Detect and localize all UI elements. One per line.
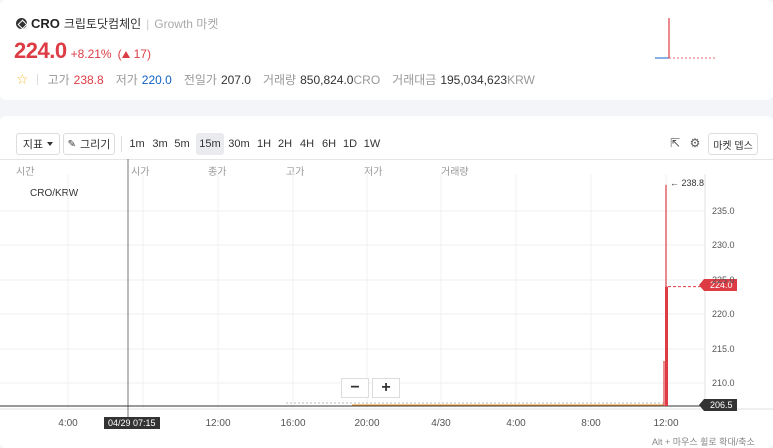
volume-unit: CRO — [353, 72, 381, 87]
zoom-in-button[interactable]: + — [372, 378, 400, 398]
current-price: 224.0 — [14, 38, 67, 63]
x-tick-label: 4:00 — [58, 418, 78, 429]
high-marker-label: ← 238.8 — [670, 178, 705, 188]
high-value: 238.8 — [73, 72, 104, 87]
zoom-out-button[interactable]: − — [341, 378, 369, 398]
y-tick-label: 235.0 — [712, 206, 735, 216]
x-tick-label: 12:00 — [653, 418, 679, 429]
y-tick-label: 210.0 — [712, 378, 735, 388]
up-triangle-icon — [121, 51, 130, 58]
crosshair-time-label: 04/29 07:15 — [104, 417, 160, 429]
change-amount-value: 17 — [133, 47, 147, 61]
title-divider: | — [146, 16, 150, 31]
coin-symbol: CRO — [31, 16, 60, 31]
low-price-tag: 206.5 — [704, 399, 737, 411]
market-label: Growth 마켓 — [154, 17, 219, 31]
amount-label: 거래대금 — [392, 73, 437, 87]
x-tick-label: 16:00 — [280, 418, 306, 429]
mini-sparkline — [655, 18, 715, 59]
amount-value: 195,034,623 — [440, 72, 508, 87]
x-tick-label: 20:00 — [354, 418, 380, 429]
low-value: 220.0 — [141, 72, 172, 87]
change-percent: +8.21% — [70, 47, 112, 61]
volume-label: 거래량 — [262, 73, 297, 87]
prev-close-value: 207.0 — [220, 72, 251, 87]
zoom-hint: Alt + 마우스 휠로 확대/축소 — [652, 437, 755, 447]
favorite-star-icon[interactable]: ☆ — [16, 71, 29, 88]
stats-divider — [36, 74, 38, 85]
coin-name: 크립토닷컴체인 — [63, 17, 142, 31]
price-chart[interactable] — [0, 116, 773, 448]
price-row: 224.0 +8.21% (17) — [14, 38, 151, 64]
title-row: CRO 크립토닷컴체인 | Growth 마켓 — [16, 15, 218, 32]
x-tick-label: 12:00 — [205, 418, 231, 429]
amount-unit: KRW — [507, 72, 535, 87]
y-tick-label: 220.0 — [712, 309, 735, 319]
prev-close-label: 전일가 — [183, 73, 217, 87]
ticker-summary-card: CRO 크립토닷컴체인 | Growth 마켓 224.0 +8.21% (17… — [0, 0, 773, 100]
y-tick-label: 225.0 — [712, 275, 735, 285]
change-amount: (17) — [117, 47, 151, 61]
y-tick-label: 230.0 — [712, 240, 735, 250]
chart-card: 지표 ✎ 그리기 1m 3m 5m 15m 30m 1H 2H 4H 6H 1D 1W ⇱ ⚙ 마켓… — [0, 116, 773, 448]
y-tick-label: 215.0 — [712, 344, 735, 354]
cro-coin-icon — [16, 18, 27, 29]
low-label: 저가 — [115, 73, 138, 87]
spike-candle — [665, 286, 668, 406]
high-label: 고가 — [47, 73, 70, 87]
stats-row: ☆ 고가 238.8 저가 220.0 전일가 207.0 거래량 850,82… — [16, 71, 535, 88]
x-tick-label: 4:00 — [506, 418, 526, 429]
volume-value: 850,824.0 — [300, 72, 354, 87]
x-tick-label: 8:00 — [581, 418, 601, 429]
x-tick-label: 4/30 — [431, 418, 451, 429]
